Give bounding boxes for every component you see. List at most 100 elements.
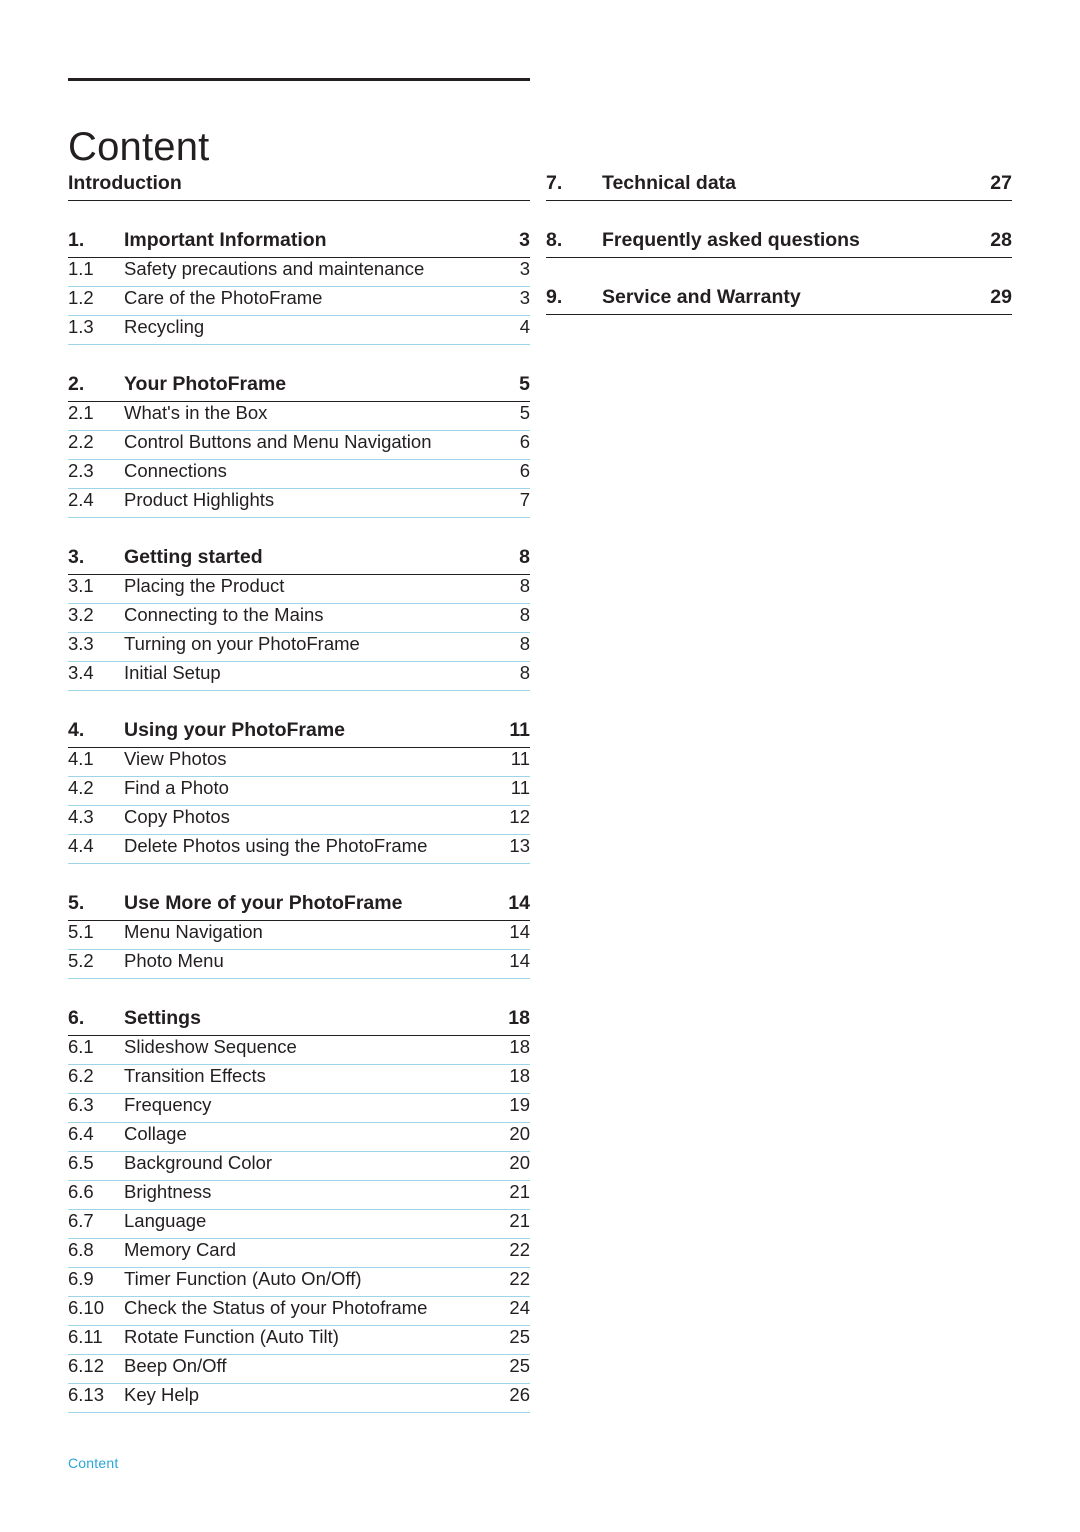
toc-subentry-row[interactable]: 6.13 Key Help 26: [68, 1384, 530, 1413]
toc-entry-page: 21: [509, 1181, 530, 1202]
toc-entry-label: Memory Card: [124, 1239, 237, 1260]
toc-subentry-row[interactable]: 5.1 Menu Navigation 14: [68, 921, 530, 950]
toc-entry-label: Product Highlights: [124, 489, 275, 510]
toc-section-row[interactable]: Introduction: [68, 172, 530, 201]
toc-group: 3. Getting started 8 3.1 Placing the Product…: [68, 546, 530, 691]
toc-subentry-row[interactable]: 6.12 Beep On/Off 25: [68, 1355, 530, 1384]
toc-entry-number: 6.13: [68, 1384, 105, 1405]
toc-subentry-row[interactable]: 3.1 Placing the Product 8: [68, 575, 530, 604]
toc-subentry-row[interactable]: 3.4 Initial Setup 8: [68, 662, 530, 691]
toc-entry-number: 6.: [68, 1007, 85, 1029]
toc-section-row[interactable]: 3. Getting started 8: [68, 546, 530, 575]
toc-entry-page: 26: [509, 1384, 530, 1405]
toc-subentry-row[interactable]: 6.2 Transition Effects 18: [68, 1065, 530, 1094]
toc-entry-page: 3: [519, 258, 530, 279]
toc-entry-label: Timer Function (Auto On/Off): [124, 1268, 362, 1289]
toc-entry-number: 2.3: [68, 460, 94, 481]
toc-subentry-row[interactable]: 6.5 Background Color 20: [68, 1152, 530, 1181]
toc-section-row[interactable]: 9. Service and Warranty 29: [546, 286, 1012, 315]
toc-entry-number: 6.5: [68, 1152, 94, 1173]
toc-entry-number: 6.7: [68, 1210, 94, 1231]
toc-entry-page: 3: [519, 287, 530, 308]
toc-entry-label: Check the Status of your Photoframe: [124, 1297, 428, 1318]
toc-subentry-row[interactable]: 6.7 Language 21: [68, 1210, 530, 1239]
toc-section-row[interactable]: 8. Frequently asked questions 28: [546, 229, 1012, 258]
toc-subentry-row[interactable]: 1.2 Care of the PhotoFrame 3: [68, 287, 530, 316]
toc-entry-page: 8: [519, 575, 530, 596]
toc-entry-label: Getting started: [124, 546, 263, 568]
toc-entry-number: 1.2: [68, 287, 94, 308]
toc-subentry-row[interactable]: 4.1 View Photos 11: [68, 748, 530, 777]
toc-entry-label: Connections: [124, 460, 227, 481]
toc-group: Introduction: [68, 172, 530, 201]
toc-entry-number: 6.2: [68, 1065, 94, 1086]
toc-entry-number: 6.8: [68, 1239, 94, 1260]
toc-subentry-row[interactable]: 6.3 Frequency 19: [68, 1094, 530, 1123]
toc-subentry-row[interactable]: 2.1 What's in the Box 5: [68, 402, 530, 431]
toc-entry-page: 22: [509, 1239, 530, 1260]
toc-entry-label: Turning on your PhotoFrame: [124, 633, 360, 654]
toc-entry-page: 27: [990, 172, 1012, 194]
toc-subentry-row[interactable]: 1.3 Recycling 4: [68, 316, 530, 345]
toc-subentry-row[interactable]: 6.10 Check the Status of your Photoframe 2…: [68, 1297, 530, 1326]
toc-entry-number: 3.1: [68, 575, 94, 596]
toc-entry-number: 5.: [68, 892, 85, 914]
toc-group-spacer: [68, 864, 530, 892]
toc-subentry-row[interactable]: 2.4 Product Highlights 7: [68, 489, 530, 518]
toc-subentry-row[interactable]: 6.11 Rotate Function (Auto Tilt) 25: [68, 1326, 530, 1355]
toc-entry-page: 14: [509, 921, 530, 942]
toc-column-left: Introduction 1. Important Information 3 1.1 S…: [68, 172, 530, 1413]
toc-entry-label: Frequently asked questions: [602, 229, 860, 251]
toc-subentry-row[interactable]: 1.1 Safety precautions and maintenance 3: [68, 258, 530, 287]
toc-section-row[interactable]: 4. Using your PhotoFrame 11: [68, 719, 530, 748]
toc-entry-number: 6.6: [68, 1181, 94, 1202]
toc-group: 4. Using your PhotoFrame 11 4.1 View Photos 1…: [68, 719, 530, 864]
toc-subentry-row[interactable]: 5.2 Photo Menu 14: [68, 950, 530, 979]
toc-section-row[interactable]: 1. Important Information 3: [68, 229, 530, 258]
toc-subentry-row[interactable]: 4.2 Find a Photo 11: [68, 777, 530, 806]
toc-entry-label: Service and Warranty: [602, 286, 801, 308]
toc-entry-label: Transition Effects: [124, 1065, 266, 1086]
toc-entry-label: Frequency: [124, 1094, 212, 1115]
toc-subentry-row[interactable]: 6.6 Brightness 21: [68, 1181, 530, 1210]
toc-section-row[interactable]: 7. Technical data 27: [546, 172, 1012, 201]
toc-entry-label: Use More of your PhotoFrame: [124, 892, 403, 914]
toc-entry-label: Initial Setup: [124, 662, 221, 683]
toc-subentry-row[interactable]: 2.2 Control Buttons and Menu Navigation 6: [68, 431, 530, 460]
toc-subentry-row[interactable]: 6.4 Collage 20: [68, 1123, 530, 1152]
toc-group: 9. Service and Warranty 29: [546, 286, 1012, 315]
toc-entry-number: 2.4: [68, 489, 94, 510]
toc-subentry-row[interactable]: 6.1 Slideshow Sequence 18: [68, 1036, 530, 1065]
toc-subentry-row[interactable]: 4.3 Copy Photos 12: [68, 806, 530, 835]
toc-entry-number: 6.4: [68, 1123, 94, 1144]
toc-entry-label: Menu Navigation: [124, 921, 263, 942]
toc-entry-number: 4.2: [68, 777, 94, 798]
page-footer: Content: [68, 1455, 119, 1471]
toc-entry-number: 6.12: [68, 1355, 105, 1376]
toc-entry-label: Slideshow Sequence: [124, 1036, 297, 1057]
toc-subentry-row[interactable]: 6.9 Timer Function (Auto On/Off) 22: [68, 1268, 530, 1297]
toc-entry-label: Photo Menu: [124, 950, 224, 971]
toc-entry-label: View Photos: [124, 748, 227, 769]
toc-entry-label: Introduction: [68, 172, 182, 194]
toc-section-row[interactable]: 2. Your PhotoFrame 5: [68, 373, 530, 402]
toc-section-row[interactable]: 5. Use More of your PhotoFrame 14: [68, 892, 530, 921]
toc-entry-label: Control Buttons and Menu Navigation: [124, 431, 432, 452]
toc-entry-label: Copy Photos: [124, 806, 230, 827]
toc-subentry-row[interactable]: 2.3 Connections 6: [68, 460, 530, 489]
toc-subentry-row[interactable]: 6.8 Memory Card 22: [68, 1239, 530, 1268]
toc-entry-page: 20: [509, 1152, 530, 1173]
toc-entry-number: 9.: [546, 286, 563, 308]
toc-group: 7. Technical data 27: [546, 172, 1012, 201]
toc-column-right: 7. Technical data 27 8. Frequently asked que…: [546, 172, 1012, 315]
toc-entry-label: Care of the PhotoFrame: [124, 287, 323, 308]
toc-entry-number: 2.2: [68, 431, 94, 452]
toc-group: 5. Use More of your PhotoFrame 14 5.1 Menu N…: [68, 892, 530, 979]
toc-section-row[interactable]: 6. Settings 18: [68, 1007, 530, 1036]
toc-subentry-row[interactable]: 3.2 Connecting to the Mains 8: [68, 604, 530, 633]
toc-subentry-row[interactable]: 3.3 Turning on your PhotoFrame 8: [68, 633, 530, 662]
toc-entry-page: 11: [510, 777, 530, 798]
toc-entry-number: 1.: [68, 229, 85, 251]
toc-entry-number: 2.1: [68, 402, 94, 423]
toc-subentry-row[interactable]: 4.4 Delete Photos using the PhotoFrame 13: [68, 835, 530, 864]
